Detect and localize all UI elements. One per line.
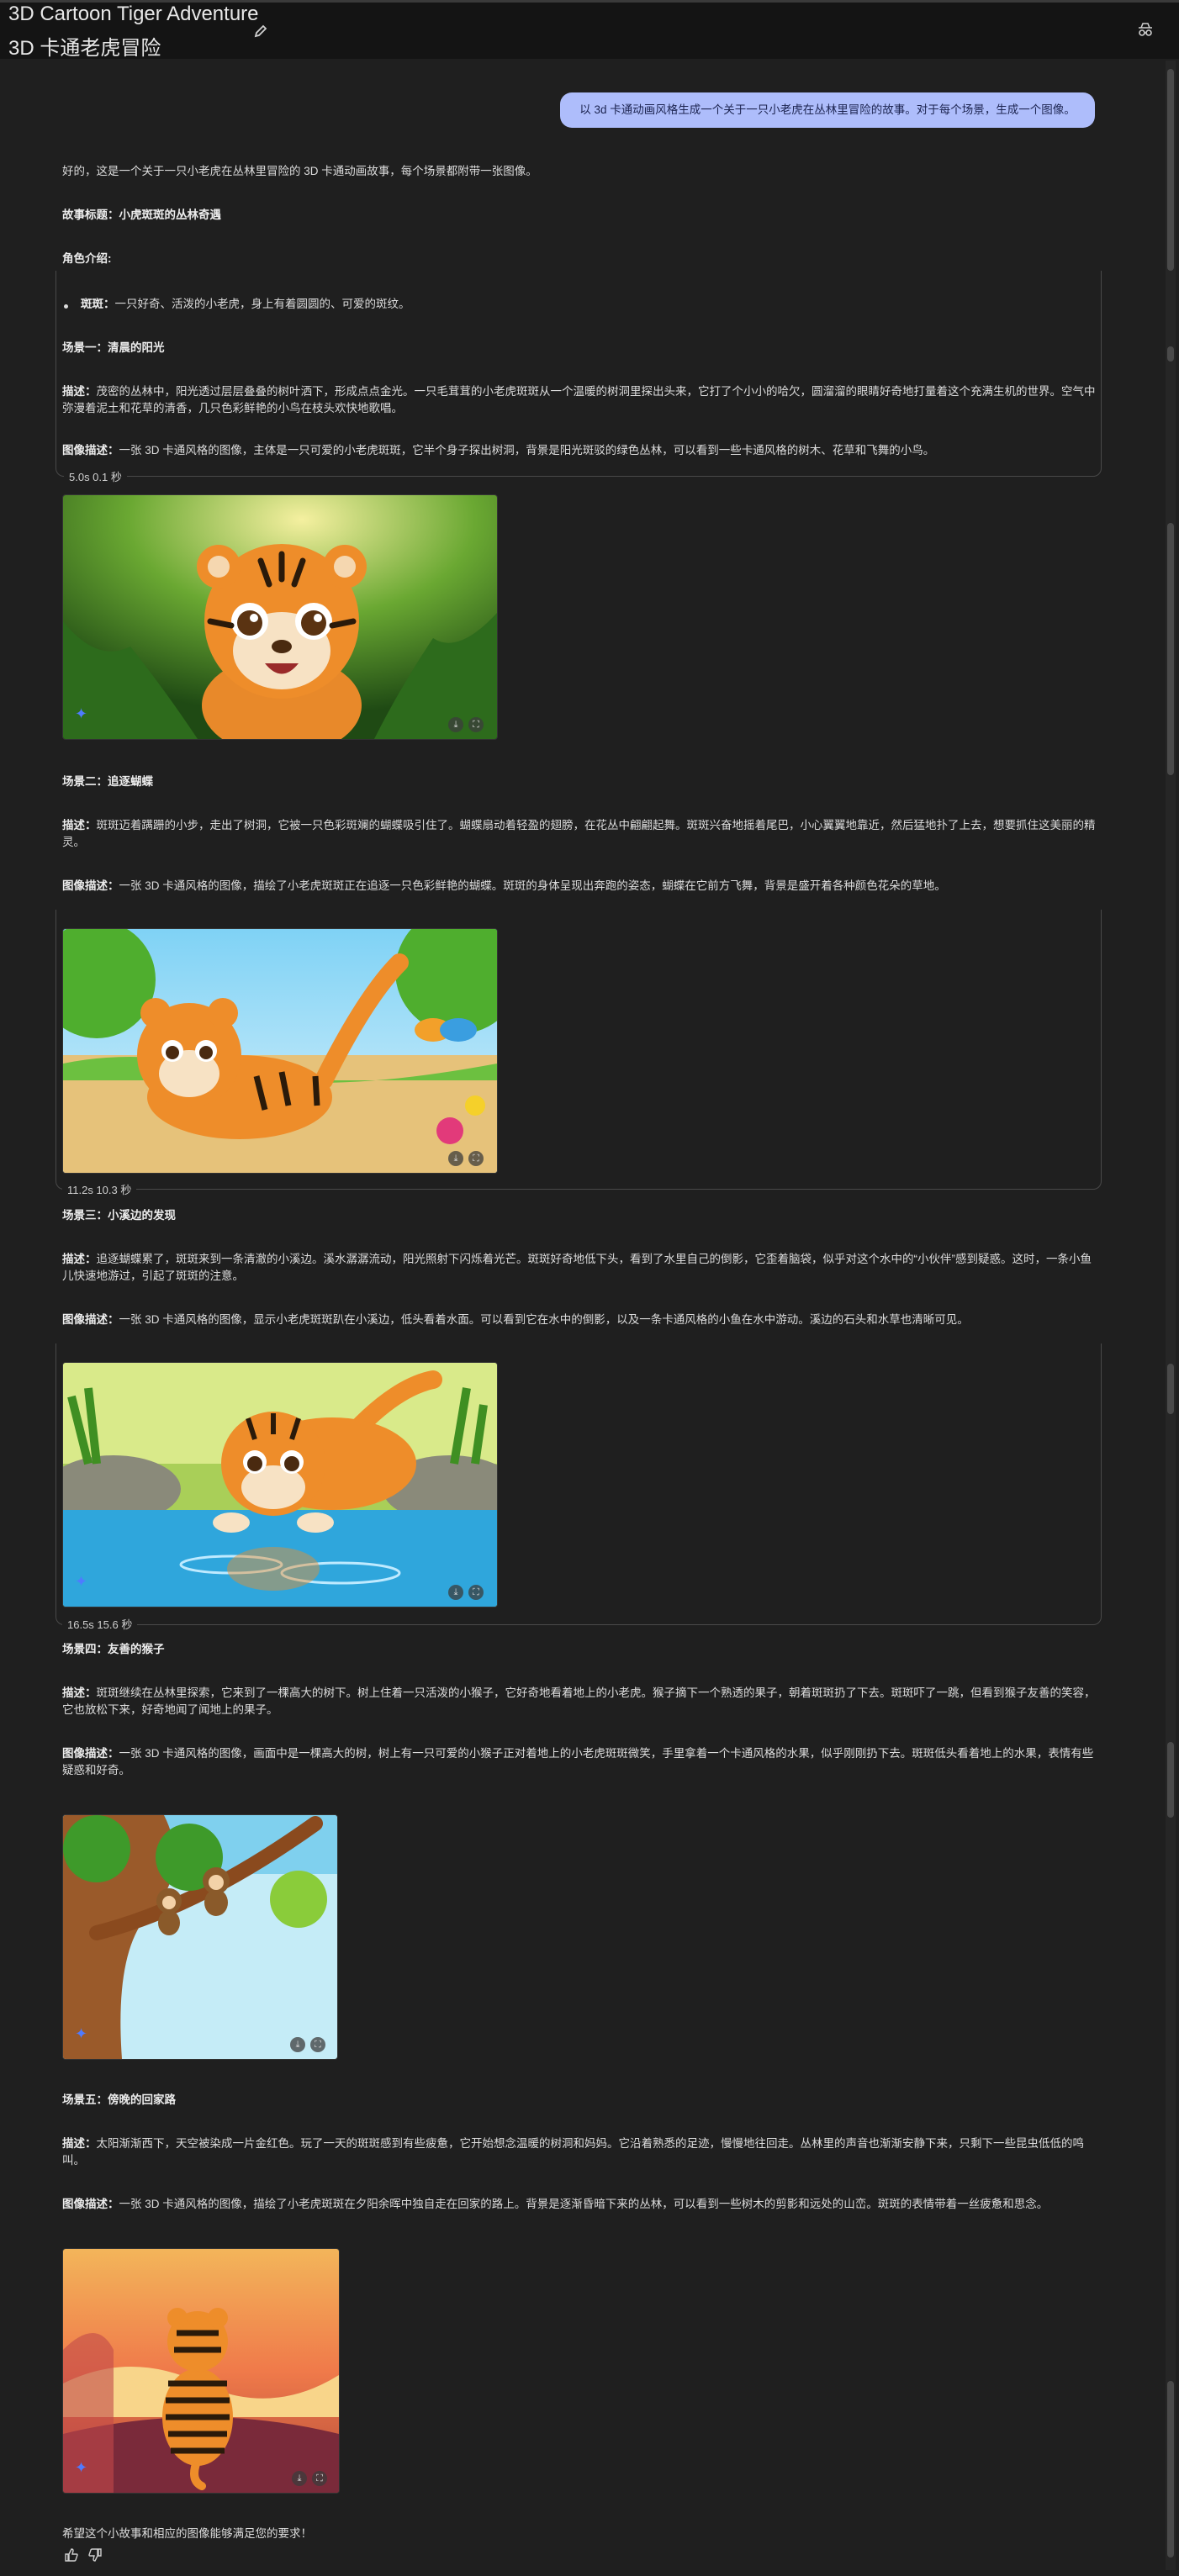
sparkle-icon: ✦ (75, 705, 88, 722)
closing-text: 希望这个小故事和相应的图像能够满足您的要求！ (62, 2527, 312, 2540)
scroll-marker (1167, 1742, 1174, 1818)
fullscreen-icon[interactable]: ⛶ (310, 2037, 325, 2052)
img-desc-label: 图像描述： (62, 1747, 119, 1760)
download-icon[interactable]: ⤓ (448, 717, 463, 732)
scene-image-desc: 图像描述：一张 3D 卡通风格的图像，描绘了小老虎斑斑正在追逐一只色彩鲜艳的蝴蝶… (62, 878, 1097, 895)
scene-heading: 场景三：小溪边的发现 (62, 1207, 1097, 1224)
scene-1-image[interactable]: ✦ ⤓ ⛶ (62, 494, 498, 740)
scroll-marker (1167, 523, 1174, 775)
fullscreen-icon[interactable]: ⛶ (468, 717, 484, 732)
fullscreen-icon[interactable]: ⛶ (468, 1151, 484, 1166)
scene-5-heading: 场景五：傍晚的回家路 (62, 2093, 176, 2106)
img-desc-label: 图像描述： (62, 2198, 119, 2210)
timing-label: 5.0s 0.1 秒 (64, 468, 127, 484)
desc-label: 描述： (62, 385, 97, 398)
scrollbar[interactable] (1166, 61, 1176, 2570)
scene-5-desc: 太阳渐渐西下，天空被染成一片金红色。玩了一天的斑斑感到有些疲惫，它开始想念温暖的… (62, 2137, 1084, 2167)
scene-1-image-desc: 一张 3D 卡通风格的图像，主体是一只可爱的小老虎斑斑，它半个身子探出树洞，背景… (119, 444, 935, 457)
scene-heading: 场景四：友善的猴子 (62, 1641, 1097, 1658)
scene-3-desc: 追逐蝴蝶累了，斑斑来到一条清澈的小溪边。溪水潺潺流动，阳光照射下闪烁着光芒。斑斑… (62, 1253, 1092, 1282)
scene-2-image[interactable]: ⤓ ⛶ (62, 928, 498, 1174)
scene-4-image-desc: 一张 3D 卡通风格的图像，画面中是一棵高大的树，树上有一只可爱的小猴子正对着地… (62, 1747, 1094, 1776)
scene-image-desc: 图像描述：一张 3D 卡通风格的图像，显示小老虎斑斑趴在小溪边，低头看着水面。可… (62, 1312, 1097, 1328)
desc-label: 描述： (62, 2137, 97, 2150)
scrollbar-thumb[interactable] (1167, 69, 1174, 271)
fullscreen-icon[interactable]: ⛶ (468, 1585, 484, 1600)
download-icon[interactable]: ⤓ (292, 2471, 307, 2486)
scene-2-heading: 场景二：追逐蝴蝶 (62, 775, 153, 788)
scene-3-image[interactable]: ✦ ⤓ ⛶ (62, 1362, 498, 1607)
scene-1-desc: 茂密的丛林中，阳光透过层层叠叠的树叶洒下，形成点点金光。一只毛茸茸的小老虎斑斑从… (62, 385, 1096, 414)
thumbs-down-icon[interactable] (87, 2547, 103, 2567)
scene-desc: 描述：追逐蝴蝶累了，斑斑来到一条清澈的小溪边。溪水潺潺流动，阳光照射下闪烁着光芒… (62, 1251, 1097, 1285)
characters-heading-text: 角色介绍: (62, 252, 112, 265)
sparkle-icon: ✦ (75, 1573, 88, 1590)
scene-5-image-desc: 一张 3D 卡通风格的图像，描绘了小老虎斑斑在夕阳余晖中独自走在回家的路上。背景… (119, 2198, 1049, 2210)
scene-heading: 场景一：清晨的阳光 (62, 340, 1097, 356)
scene-4-desc: 斑斑继续在丛林里探索，它来到了一棵高大的树下。树上住着一只活泼的小猴子，它好奇地… (62, 1687, 1096, 1716)
desc-label: 描述： (62, 1253, 97, 1265)
download-icon[interactable]: ⤓ (448, 1585, 463, 1600)
scene-3-heading: 场景三：小溪边的发现 (62, 1209, 176, 1222)
scene-image-desc: 图像描述：一张 3D 卡通风格的图像，主体是一只可爱的小老虎斑斑，它半个身子探出… (62, 442, 1097, 459)
conversation-title-en: 3D Cartoon Tiger Adventure (8, 3, 259, 25)
characters-heading: 角色介绍: (62, 251, 1097, 267)
img-desc-label: 图像描述： (62, 444, 119, 457)
thumbs-up-icon[interactable] (64, 2547, 79, 2567)
scroll-marker (1167, 2381, 1174, 2558)
scene-4-heading: 场景四：友善的猴子 (62, 1643, 165, 1655)
top-bar: 3D Cartoon Tiger Adventure 3D 卡通老虎冒险 (0, 0, 1179, 60)
scene-1-heading: 场景一：清晨的阳光 (62, 341, 165, 354)
desc-label: 描述： (62, 819, 97, 831)
scene-2-image-desc: 一张 3D 卡通风格的图像，描绘了小老虎斑斑正在追逐一只色彩鲜艳的蝴蝶。斑斑的身… (119, 879, 946, 892)
scroll-marker (1167, 346, 1174, 362)
scene-heading: 场景二：追逐蝴蝶 (62, 773, 1097, 790)
timing-label: 16.5s 15.6 秒 (62, 1616, 138, 1632)
scene-5-image[interactable]: ✦ ⤓ ⛶ (62, 2248, 340, 2494)
scene-heading: 场景五：傍晚的回家路 (62, 2092, 1097, 2109)
sparkle-icon: ✦ (75, 2025, 88, 2042)
scroll-marker (1167, 1364, 1174, 1414)
scene-3-image-desc: 一张 3D 卡通风格的图像，显示小老虎斑斑趴在小溪边，低头看着水面。可以看到它在… (119, 1313, 969, 1326)
scene-4-image[interactable]: ✦ ⤓ ⛶ (62, 1814, 338, 2060)
scene-2-desc: 斑斑迈着蹒跚的小步，走出了树洞，它被一只色彩斑斓的蝴蝶吸引住了。蝴蝶扇动着轻盈的… (62, 819, 1096, 848)
sparkle-icon: ✦ (75, 2459, 88, 2476)
download-icon[interactable]: ⤓ (290, 2037, 305, 2052)
fullscreen-icon[interactable]: ⛶ (312, 2471, 327, 2486)
scene-desc: 描述：斑斑继续在丛林里探索，它来到了一棵高大的树下。树上住着一只活泼的小猴子，它… (62, 1685, 1097, 1718)
img-desc-label: 图像描述： (62, 879, 119, 892)
user-prompt-bubble: 以 3d 卡通动画风格生成一个关于一只小老虎在丛林里冒险的故事。对于每个场景，生… (560, 92, 1095, 128)
scene-desc: 描述：茂密的丛林中，阳光透过层层叠叠的树叶洒下，形成点点金光。一只毛茸茸的小老虎… (62, 383, 1097, 417)
timing-label: 11.2s 10.3 秒 (62, 1181, 137, 1197)
story-title-text: 小虎斑斑的丛林奇遇 (119, 209, 222, 221)
img-desc-label: 图像描述： (62, 1313, 119, 1326)
incognito-icon[interactable] (1135, 19, 1155, 40)
scene-image-desc: 图像描述：一张 3D 卡通风格的图像，描绘了小老虎斑斑在夕阳余晖中独自走在回家的… (62, 2196, 1097, 2213)
edit-pencil-icon[interactable] (252, 23, 269, 40)
scene-image-desc: 图像描述：一张 3D 卡通风格的图像，画面中是一棵高大的树，树上有一只可爱的小猴… (62, 1745, 1097, 1779)
story-title-label: 故事标题： (62, 209, 119, 221)
download-icon[interactable]: ⤓ (448, 1151, 463, 1166)
scene-desc: 描述：太阳渐渐西下，天空被染成一片金红色。玩了一天的斑斑感到有些疲惫，它开始想念… (62, 2135, 1097, 2169)
conversation-title-zh: 3D 卡通老虎冒险 (8, 37, 161, 60)
story-title: 故事标题：小虎斑斑的丛林奇遇 (62, 207, 1097, 224)
scene-desc: 描述：斑斑迈着蹒跚的小步，走出了树洞，它被一只色彩斑斓的蝴蝶吸引住了。蝴蝶扇动着… (62, 817, 1097, 851)
response-intro: 好的，这是一个关于一只小老虎在丛林里冒险的 3D 卡通动画故事，每个场景都附带一… (62, 165, 537, 177)
desc-label: 描述： (62, 1687, 97, 1699)
